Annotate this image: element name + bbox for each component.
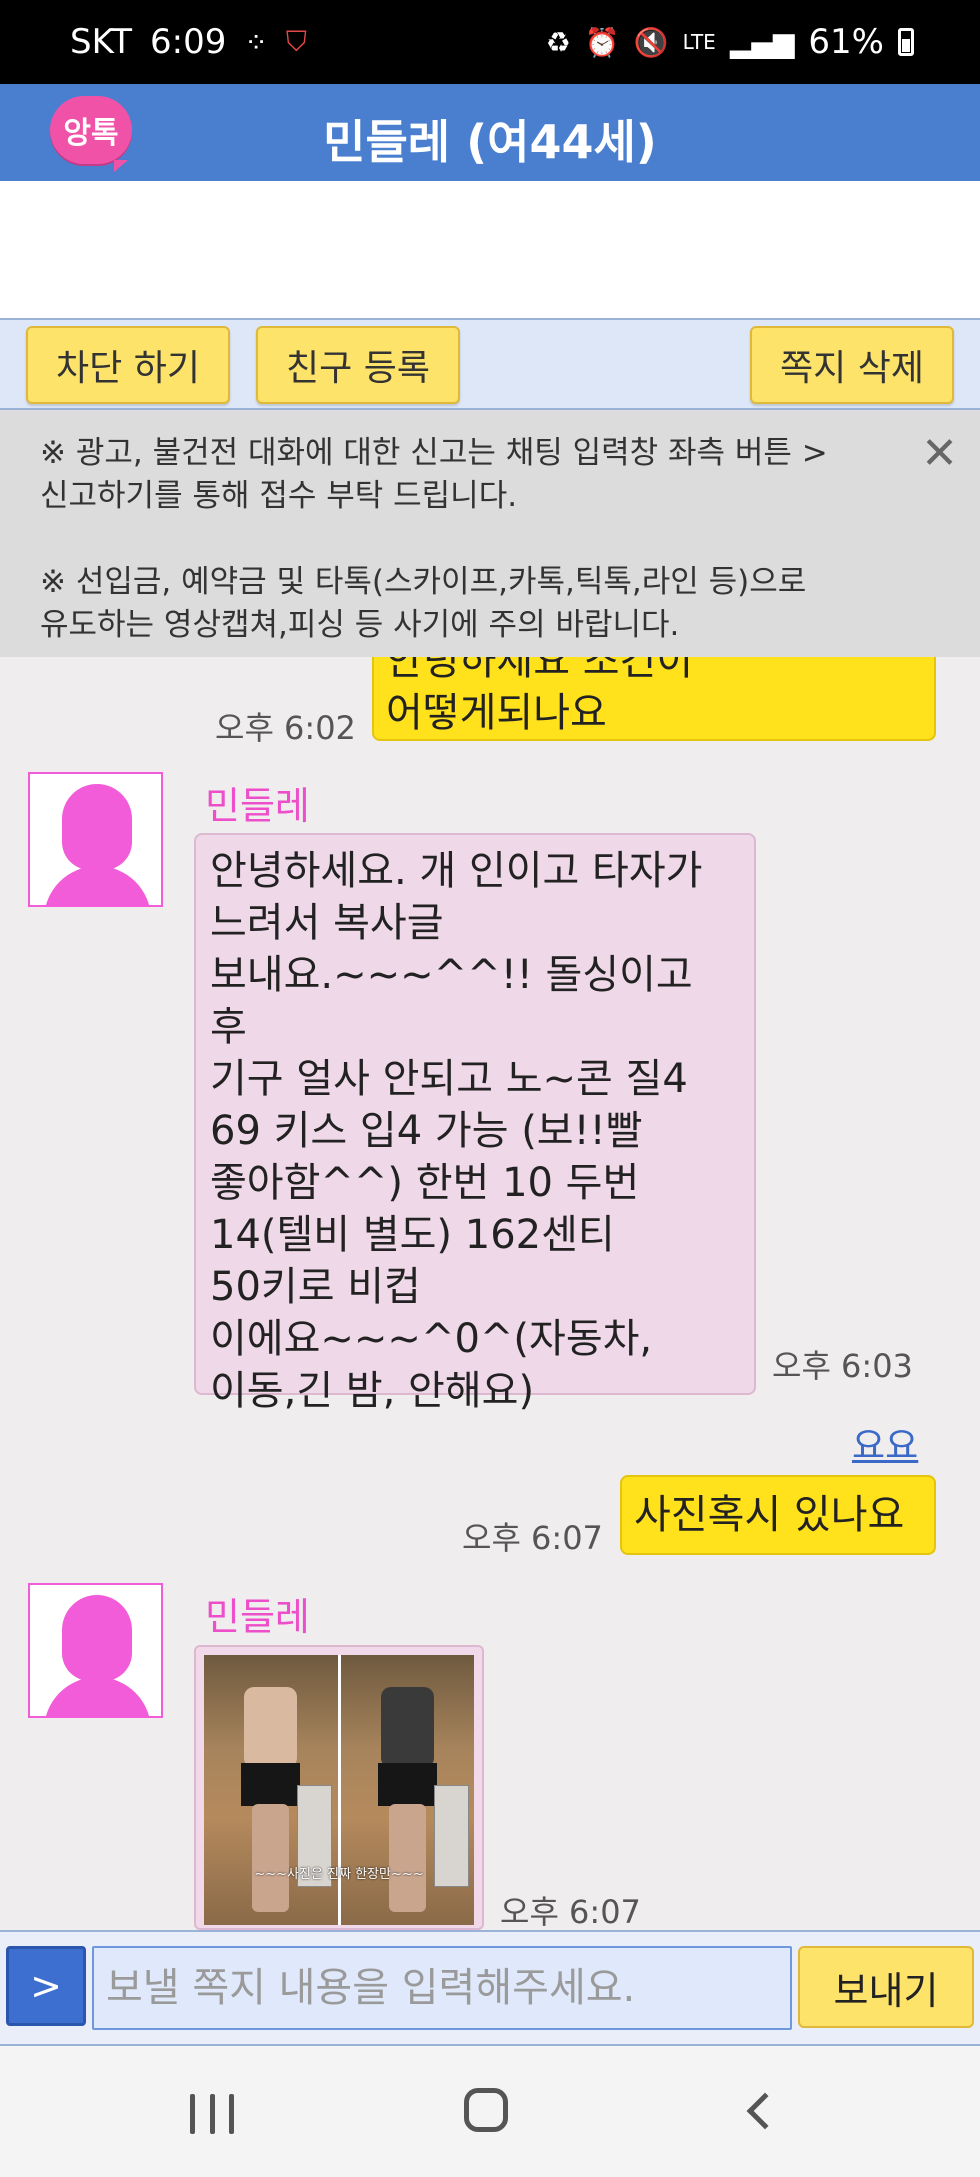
recents-icon[interactable] <box>190 2094 234 2134</box>
message-time: 오후 6:03 <box>772 1347 913 1385</box>
message-time: 오후 6:02 <box>215 709 356 747</box>
composer-bar: > 보내기 <box>0 1930 980 2046</box>
ad-space <box>0 181 980 318</box>
block-button[interactable]: 차단 하기 <box>26 326 230 404</box>
sender-name: 민들레 <box>205 1595 310 1639</box>
photo-caption: ~~~사진은 진짜 한장만~~~ <box>254 1867 424 1882</box>
message-text: 어떻게되나요 <box>386 690 607 736</box>
message-text-partial: 안녕하세요 조건이 <box>386 657 694 684</box>
alarm-icon: ⏰ <box>584 25 620 59</box>
back-icon[interactable] <box>746 2092 784 2130</box>
app-header: 앙톡 민들레 (여44세) <box>0 84 980 181</box>
signal-icon: ▂▄▆ <box>729 25 795 59</box>
add-friend-button[interactable]: 친구 등록 <box>256 326 460 404</box>
status-left: SKT 6:09 ⁘ ⛉ <box>70 22 307 62</box>
delete-message-button[interactable]: 쪽지 삭제 <box>750 326 954 404</box>
grid-dots-icon: ⁘ <box>244 25 268 59</box>
carrier-label: SKT <box>70 22 133 62</box>
my-message-bubble: 안녕하세요 조건이 어떻게되나요 <box>372 657 936 741</box>
home-icon[interactable] <box>464 2088 508 2132</box>
status-bar: SKT 6:09 ⁘ ⛉ ♻ ⏰ 🔇 LTE ▂▄▆ 61% <box>0 0 980 84</box>
her-message-bubble: 안녕하세요. 개 인이고 타자가 느려서 복사글 보내요.~~~^^!! 돌싱이… <box>194 833 756 1414</box>
warning-notice: ※ 광고, 불건전 대화에 대한 신고는 채팅 입력창 좌측 버튼 > 신고하기… <box>0 410 980 657</box>
shield-v-icon: ⛉ <box>285 25 307 58</box>
my-message-bubble: 사진혹시 있나요 <box>620 1475 936 1555</box>
chat-area[interactable]: 안녕하세요 조건이 어떻게되나요 오후 6:02 민들레 안녕하세요. 개 인이… <box>0 657 980 1930</box>
close-icon[interactable]: ✕ <box>921 432 958 476</box>
battery-icon <box>898 28 914 56</box>
sender-name: 민들레 <box>205 784 310 828</box>
send-button[interactable]: 보내기 <box>798 1946 974 2028</box>
avatar[interactable] <box>28 772 163 907</box>
message-input[interactable] <box>92 1946 792 2030</box>
avatar[interactable] <box>28 1583 163 1718</box>
battery-saver-icon: ♻ <box>545 25 571 59</box>
report-menu-button[interactable]: > <box>6 1946 86 2026</box>
photo-image[interactable] <box>204 1655 474 1925</box>
notice-report: ※ 광고, 불건전 대화에 대한 신고는 채팅 입력창 좌측 버튼 > 신고하기… <box>40 435 828 514</box>
photo-message[interactable]: ~~~사진은 진짜 한장만~~~ <box>194 1645 484 1930</box>
message-time: 오후 6:07 <box>462 1519 603 1557</box>
message-time: 오후 6:07 <box>500 1893 641 1930</box>
action-bar: 차단 하기 친구 등록 쪽지 삭제 <box>0 318 980 410</box>
lte-icon: LTE <box>682 30 716 54</box>
my-nickname[interactable]: 요요 <box>852 1417 918 1469</box>
page-title: 민들레 (여44세) <box>323 115 657 169</box>
battery-percent: 61% <box>808 22 884 62</box>
notice-fraud: ※ 선입금, 예약금 및 타톡(스카이프,카톡,틱톡,라인 등)으로 유도하는 … <box>40 564 807 643</box>
clock: 6:09 <box>150 22 227 62</box>
mute-icon: 🔇 <box>633 25 669 59</box>
status-right: ♻ ⏰ 🔇 LTE ▂▄▆ 61% <box>546 22 914 62</box>
system-nav-bar <box>0 2046 980 2177</box>
